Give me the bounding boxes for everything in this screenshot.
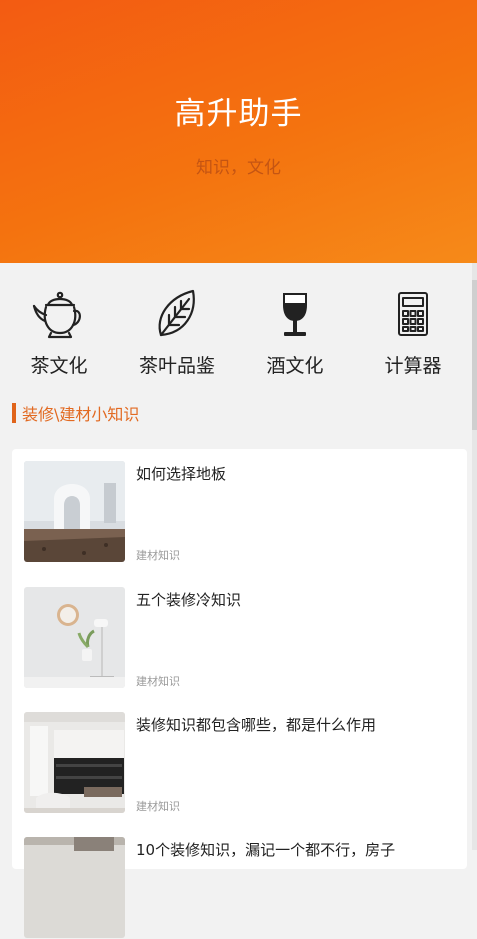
nav-item-wine-culture[interactable]: 酒文化 xyxy=(236,263,354,383)
app-subtitle: 知识，文化 xyxy=(196,158,281,178)
article-category: 建材知识 xyxy=(136,549,180,562)
article-title: 装修知识都包含哪些，都是什么作用 xyxy=(136,716,377,734)
quick-nav: 茶文化 茶叶品鉴 酒文化 计算器 xyxy=(0,263,472,383)
nav-label-tea-tasting: 茶叶品鉴 xyxy=(138,355,215,377)
section-title: 装修\建材小知识 xyxy=(22,405,140,424)
section-accent-bar xyxy=(12,403,16,423)
calculator-icon xyxy=(398,292,428,336)
nav-item-tea-culture[interactable]: 茶文化 xyxy=(0,263,118,383)
nav-label-wine-culture: 酒文化 xyxy=(266,355,324,377)
article-title: 如何选择地板 xyxy=(136,465,227,483)
article-thumbnail xyxy=(24,837,125,938)
list-item[interactable]: 五个装修冷知识 建材知识 xyxy=(24,587,454,689)
app-title: 高升助手 xyxy=(174,96,303,132)
article-title: 五个装修冷知识 xyxy=(136,591,242,609)
nav-item-tea-tasting[interactable]: 茶叶品鉴 xyxy=(118,263,236,383)
article-thumbnail xyxy=(24,461,125,562)
section-header: 装修\建材小知识 xyxy=(12,402,139,424)
leaf-icon xyxy=(158,289,195,337)
article-list: 如何选择地板 建材知识 五个装修冷知识 建材知识 装修知识都包含哪些，都是什么作… xyxy=(12,449,467,938)
list-item[interactable]: 如何选择地板 建材知识 xyxy=(24,461,454,563)
article-thumbnail xyxy=(24,587,125,688)
list-item[interactable]: 装修知识都包含哪些，都是什么作用 建材知识 xyxy=(24,712,454,814)
nav-item-calculator[interactable]: 计算器 xyxy=(354,263,472,383)
nav-label-tea-culture: 茶文化 xyxy=(30,355,88,377)
teapot-icon xyxy=(32,291,81,339)
list-item[interactable]: 10个装修知识，漏记一个都不行，房子 xyxy=(24,837,454,939)
scrollbar-thumb[interactable] xyxy=(472,280,477,430)
article-thumbnail xyxy=(24,712,125,813)
app-header: 高升助手 知识，文化 xyxy=(0,0,477,263)
nav-label-calculator: 计算器 xyxy=(384,355,442,377)
article-category: 建材知识 xyxy=(136,800,180,813)
wine-glass-icon xyxy=(283,293,307,336)
article-category: 建材知识 xyxy=(136,675,180,688)
